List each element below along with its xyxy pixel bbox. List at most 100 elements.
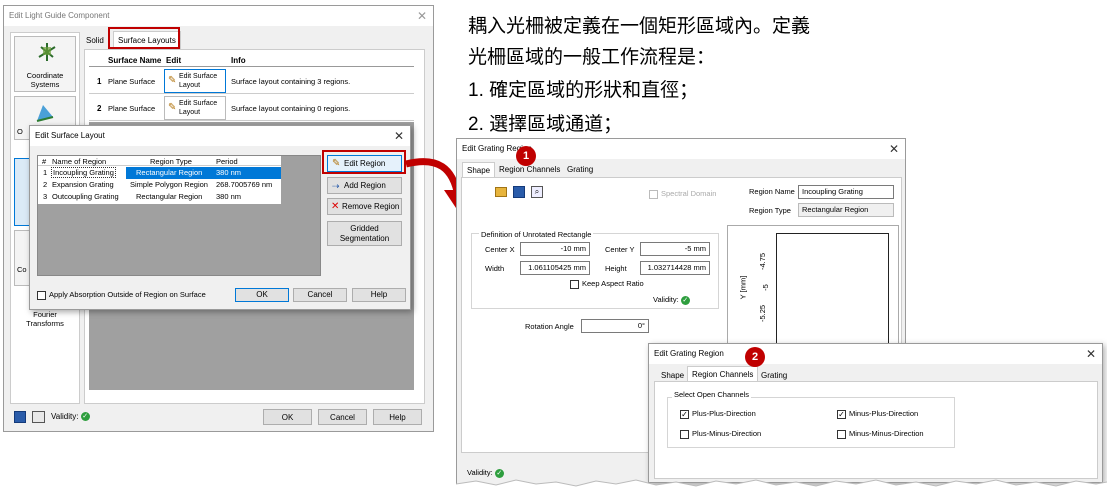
search-icon[interactable]: ⌕ <box>531 186 543 198</box>
annotation-line-1: 耦入光柵被定義在一個矩形區域內。定義 <box>468 16 811 37</box>
region-name-field[interactable]: Incoupling Grating <box>798 185 894 199</box>
center-x-label: Center X <box>485 245 515 254</box>
gridded-segmentation-button[interactable]: Gridded Segmentation <box>327 221 402 246</box>
header-surface-name: Surface Name <box>108 56 162 65</box>
checkbox-box <box>570 279 579 289</box>
row-type: Simple Polygon Region <box>130 180 208 189</box>
header-info: Info <box>231 56 246 65</box>
channel-plus-plus[interactable]: ✓ Plus-Plus-Direction <box>680 409 756 419</box>
save-icon[interactable] <box>14 411 26 423</box>
add-region-button[interactable]: ⇢ Add Region <box>327 177 402 194</box>
cancel-button[interactable]: Cancel <box>318 409 367 425</box>
center-y-field[interactable]: -5 mm <box>640 242 710 256</box>
tab-shape[interactable]: Shape <box>462 162 496 178</box>
row-type: Rectangular Region <box>136 168 203 177</box>
apply-absorption-checkbox[interactable]: Apply Absorption Outside of Region on Su… <box>37 290 206 300</box>
step-badge-1: 1 <box>516 146 536 166</box>
channel-minus-plus[interactable]: ✓ Minus-Plus-Direction <box>837 409 918 419</box>
sidebar-label: Coordinate Systems <box>26 71 64 89</box>
height-label: Height <box>605 264 627 273</box>
remove-region-label: Remove Region <box>342 202 400 211</box>
coordinate-system-icon <box>37 41 57 63</box>
spectral-domain-checkbox[interactable]: Spectral Domain <box>649 189 716 199</box>
row-name: Expansion Grating <box>52 180 114 189</box>
ok-button[interactable]: OK <box>235 288 289 302</box>
ok-button[interactable]: OK <box>263 409 312 425</box>
channel-label: Plus-Minus-Direction <box>692 429 762 438</box>
width-label: Width <box>485 264 505 273</box>
rotation-angle-field[interactable]: 0° <box>581 319 649 333</box>
checkbox-box <box>680 429 689 439</box>
edit-button-label: Edit Surface Layout <box>179 73 218 89</box>
row-period: 380 nm <box>216 192 242 201</box>
edit-surface-layout-button[interactable]: ✎ Edit Surface Layout <box>164 96 226 120</box>
table-header: Surface Name Edit Info <box>89 55 414 67</box>
row-info: Surface layout containing 0 regions. <box>231 104 351 113</box>
help-button[interactable]: Help <box>352 288 406 302</box>
plot-area <box>776 233 889 345</box>
rotation-angle-label: Rotation Angle <box>525 322 574 331</box>
torn-edge <box>456 479 1107 494</box>
region-table: # Name of Region Region Type Period 1 In… <box>38 156 281 204</box>
remove-icon: ✕ <box>331 201 340 212</box>
center-y-label: Center Y <box>605 245 635 254</box>
channel-minus-minus[interactable]: Minus-Minus-Direction <box>837 429 924 439</box>
sidebar-label: Fourier Transforms <box>26 310 64 328</box>
highlight-edit-region <box>322 150 406 174</box>
tab-grating[interactable]: Grating <box>563 163 597 177</box>
edit-surface-layout-button[interactable]: ✎ Edit Surface Layout <box>164 69 226 93</box>
row-surface-name: Plane Surface <box>108 77 156 86</box>
row-period: 380 nm <box>216 168 242 177</box>
row-number: 1 <box>43 168 48 177</box>
table-row[interactable]: 3 Outcoupling Grating Rectangular Region… <box>38 191 281 203</box>
close-icon[interactable]: ✕ <box>394 126 404 146</box>
close-icon[interactable]: ✕ <box>1086 344 1096 364</box>
annotation-line-4: 2. 選擇區域通道； <box>468 114 623 135</box>
y-tick-label: -5 <box>760 284 770 291</box>
keep-aspect-ratio-checkbox[interactable]: Keep Aspect Ratio <box>570 279 644 289</box>
center-x-field[interactable]: -10 mm <box>520 242 590 256</box>
y-tick-label: -4.75 <box>758 252 768 271</box>
close-icon[interactable]: ✕ <box>889 139 899 159</box>
open-folder-icon[interactable] <box>495 187 507 197</box>
edit-button-label: Edit Surface Layout <box>179 100 218 116</box>
open-channels-group <box>667 397 955 448</box>
validity-label: Validity: <box>51 412 79 421</box>
group-title: Definition of Unrotated Rectangle <box>479 230 594 239</box>
add-region-label: Add Region <box>344 181 386 190</box>
height-field[interactable]: 1.032714428 mm <box>640 261 710 275</box>
table-row: 2 Plane Surface ✎ Edit Surface Layout Su… <box>89 95 414 121</box>
catalog-icon[interactable] <box>32 411 45 423</box>
region-type-label: Region Type <box>749 206 791 215</box>
y-tick-label: -5.25 <box>758 304 768 323</box>
remove-region-button[interactable]: ✕ Remove Region <box>327 198 402 215</box>
row-info: Surface layout containing 3 regions. <box>231 77 351 86</box>
pencil-icon: ✎ <box>168 75 177 86</box>
highlight-surface-layouts <box>108 27 180 49</box>
close-icon[interactable]: ✕ <box>417 6 427 26</box>
checkbox-box: ✓ <box>837 409 846 419</box>
table-row[interactable]: 2 Expansion Grating Simple Polygon Regio… <box>38 179 281 191</box>
window-title: Edit Light Guide Component <box>4 6 433 26</box>
surface-icon <box>33 101 57 123</box>
save-icon[interactable] <box>513 186 525 198</box>
annotation-line-2: 光柵區域的一般工作流程是： <box>468 47 716 68</box>
row-type: Rectangular Region <box>136 192 203 201</box>
table-row[interactable]: 1 Incoupling Grating Rectangular Region … <box>38 167 281 179</box>
help-button[interactable]: Help <box>373 409 422 425</box>
row-number: 3 <box>43 192 48 201</box>
sidebar-label: O <box>17 127 23 136</box>
check-icon: ✓ <box>680 295 690 305</box>
tab-solid[interactable]: Solid <box>82 34 108 48</box>
step-badge-2: 2 <box>745 347 765 367</box>
tab-region-channels[interactable]: Region Channels <box>687 366 759 382</box>
add-icon: ⇢ <box>332 181 340 191</box>
edit-grating-region-dialog-channels: Edit Grating Region ✕ Shape Region Chann… <box>648 343 1103 483</box>
sidebar-item-coordinate-systems[interactable]: Coordinate Systems <box>14 36 76 92</box>
table-row: 1 Plane Surface ✎ Edit Surface Layout Su… <box>89 68 414 94</box>
pencil-icon: ✎ <box>168 102 177 113</box>
row-period: 268.7005769 nm <box>216 180 273 189</box>
cancel-button[interactable]: Cancel <box>293 288 347 302</box>
channel-plus-minus[interactable]: Plus-Minus-Direction <box>680 429 761 439</box>
width-field[interactable]: 1.061105425 mm <box>520 261 590 275</box>
